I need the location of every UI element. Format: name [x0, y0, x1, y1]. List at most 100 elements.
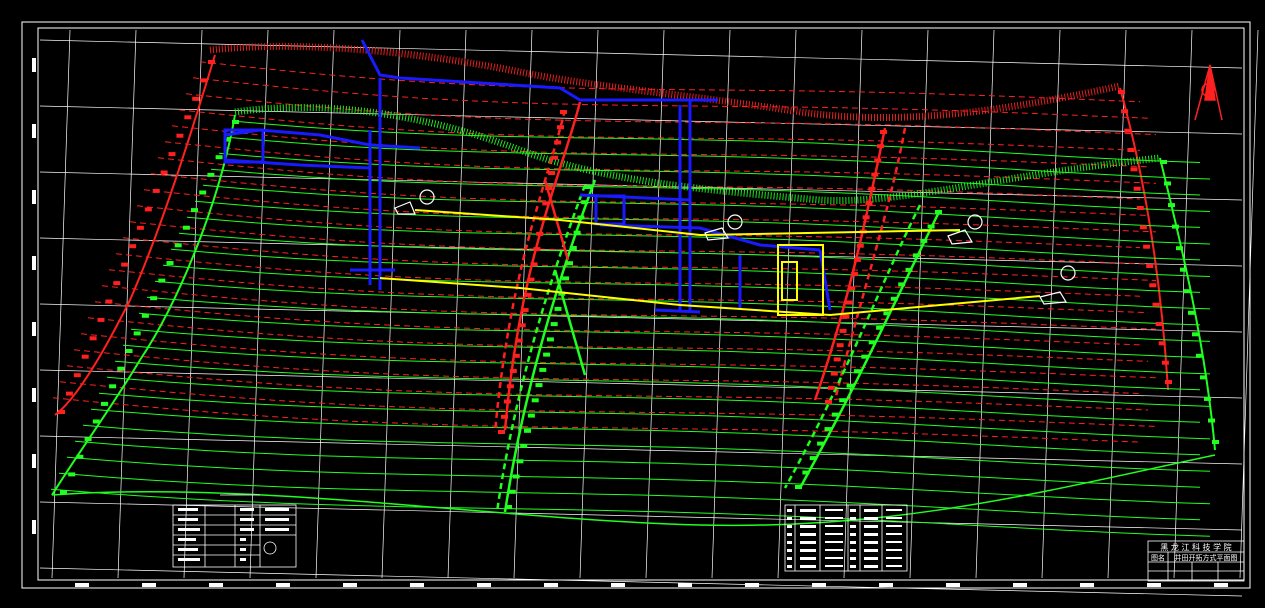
red-marker [877, 144, 885, 149]
grid-line-horizontal [39, 435, 1243, 465]
shaft-symbol-3 [967, 214, 983, 230]
red-marker [73, 373, 81, 378]
legend-row-symbol-2 [864, 557, 878, 560]
legend-row-name-2 [886, 565, 902, 567]
red-marker [1155, 322, 1163, 326]
title-block-institution: 黑 龙 江 科 技 学 院 [1160, 542, 1231, 552]
legend-row-index [787, 533, 792, 536]
green-marker [520, 444, 528, 448]
legend-row-symbol [800, 565, 816, 568]
red-marker [501, 414, 508, 419]
border-tick-bottom [142, 583, 156, 587]
grid-line-horizontal [39, 567, 1243, 597]
green-marker [133, 331, 141, 336]
green-marker [824, 427, 832, 432]
red-marker [856, 243, 864, 248]
red-marker [1133, 186, 1141, 191]
legend-row-name [825, 525, 843, 527]
red-marker [184, 115, 192, 120]
red-marker [862, 215, 870, 220]
red-marker [868, 186, 876, 191]
legend-row-symbol-2 [864, 525, 878, 528]
legend-row-index [787, 565, 792, 568]
green-marker [60, 490, 67, 494]
legend-row-symbol-2 [864, 541, 878, 544]
red-marker [160, 170, 168, 175]
red-marker [176, 133, 184, 138]
legend-row-symbol-2 [864, 565, 878, 568]
legend-row-index-2 [850, 525, 856, 528]
red-marker [129, 244, 137, 249]
red-marker [65, 391, 73, 396]
red-marker [836, 343, 844, 348]
grid-line-vertical [1239, 29, 1259, 579]
border-tick-bottom [812, 583, 826, 587]
legend-row-name [825, 549, 843, 551]
red-contour-line [192, 77, 1149, 119]
red-marker [536, 231, 544, 236]
red-marker [825, 400, 832, 404]
green-marker [539, 367, 547, 372]
border-tick-left [32, 58, 36, 72]
green-marker [150, 296, 158, 301]
red-marker [853, 257, 861, 262]
green-marker [1168, 203, 1175, 208]
red-marker [542, 201, 550, 206]
green-marker [141, 313, 149, 318]
legend-row-name [825, 533, 843, 535]
red-marker [1158, 341, 1166, 346]
green-marker [527, 413, 535, 418]
green-marker [573, 230, 581, 235]
red-marker [839, 328, 847, 333]
border-tick-left [32, 256, 36, 270]
legend-row-symbol [800, 549, 816, 552]
border-tick-bottom [611, 583, 625, 587]
legend-row-index [787, 557, 792, 560]
green-marker [846, 383, 854, 388]
red-marker [89, 336, 97, 341]
green-marker [117, 366, 125, 371]
red-marker [1152, 302, 1160, 307]
legend-row-symbol [800, 509, 816, 512]
green-marker [191, 208, 198, 213]
green-marker [505, 505, 512, 509]
green-marker [508, 489, 516, 494]
legend-row-name [825, 557, 843, 559]
green-marker [84, 437, 92, 442]
green-marker [905, 267, 913, 272]
border-tick-bottom [276, 583, 290, 587]
legend-row-index-2 [850, 533, 856, 536]
red-marker [121, 262, 129, 267]
red-marker [81, 354, 89, 359]
red-marker [113, 281, 121, 286]
green-marker [585, 185, 592, 189]
legend-row-name [825, 517, 843, 519]
green-marker [1172, 224, 1179, 229]
green-marker [215, 155, 223, 160]
legend-row-symbol [800, 517, 816, 520]
green-marker [92, 419, 100, 424]
green-marker [577, 215, 585, 220]
legend-row-symbol-2 [864, 517, 878, 520]
red-marker [533, 247, 541, 252]
red-marker [524, 292, 532, 297]
border-tick-bottom [75, 583, 89, 587]
red-marker [498, 430, 505, 434]
green-marker [1192, 332, 1199, 337]
green-marker [562, 276, 570, 281]
red-marker [506, 384, 514, 389]
green-marker [1160, 160, 1167, 164]
red-marker [1146, 264, 1154, 268]
green-marker [125, 349, 133, 353]
red-marker [1161, 360, 1169, 365]
red-marker [548, 171, 556, 175]
green-marker [199, 190, 207, 195]
upper-seam-contours [52, 54, 1169, 443]
green-marker [109, 384, 117, 389]
red-marker [58, 410, 65, 414]
red-marker [865, 201, 873, 206]
green-marker [802, 470, 810, 475]
legend-row-index-2 [850, 565, 856, 568]
mine-plan-drawing: 黑 龙 江 科 技 学 院 图名 井田开拓方式平面图 [21, 21, 1259, 597]
red-contour-line [80, 333, 1157, 379]
